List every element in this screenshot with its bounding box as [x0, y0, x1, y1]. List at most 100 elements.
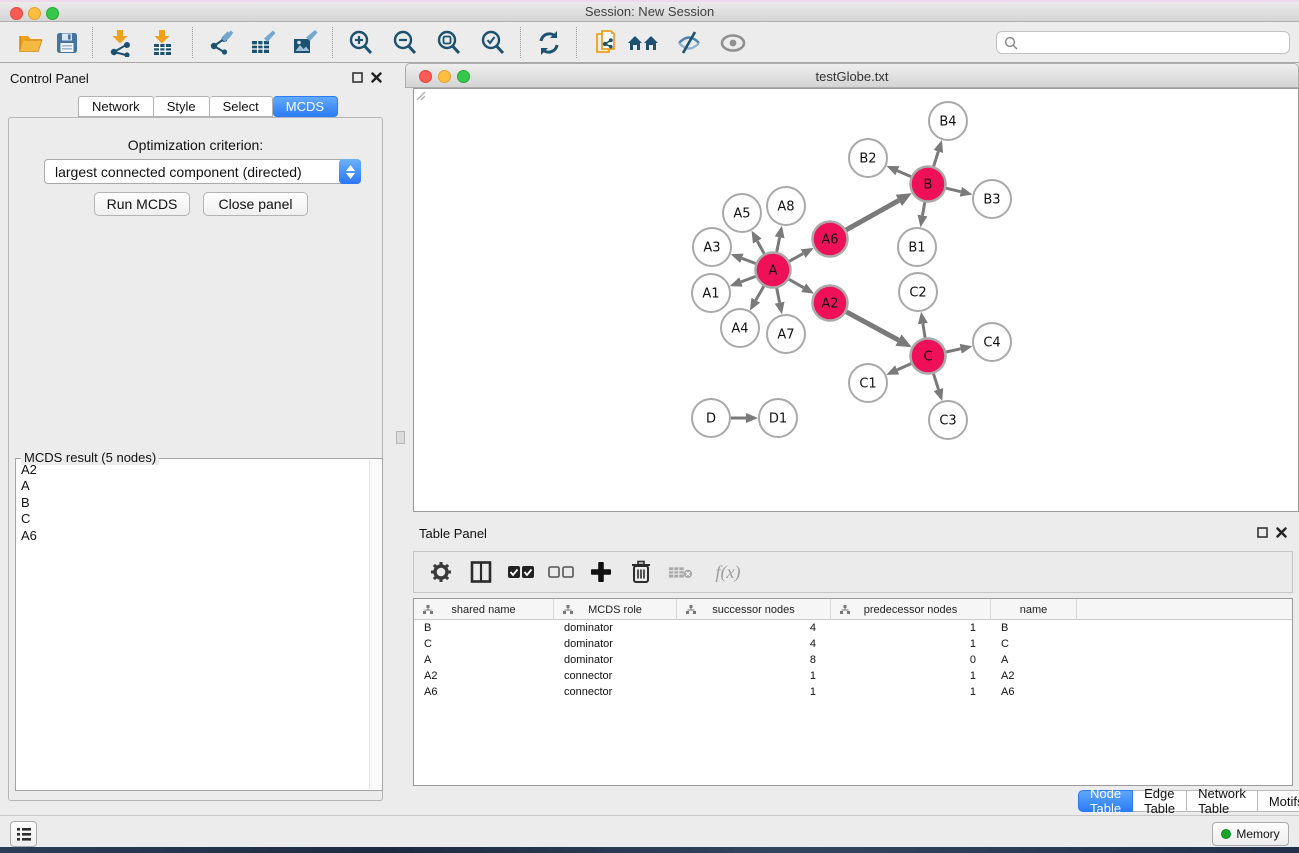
table-cell[interactable]: A2 [991, 668, 1077, 684]
table-cell[interactable]: 1 [831, 620, 991, 636]
export-table-icon[interactable] [246, 26, 280, 60]
graph-edge-C-C4[interactable] [946, 349, 961, 352]
search-box[interactable] [996, 31, 1290, 54]
table-cell[interactable]: C [414, 636, 554, 652]
tab-edge-table[interactable]: Edge Table [1133, 790, 1187, 812]
resize-grip-icon[interactable] [414, 89, 426, 101]
graph-node-A6[interactable]: A6 [813, 222, 848, 257]
graph-edge-A-A2[interactable] [789, 279, 804, 287]
network-canvas[interactable]: B4B2BB3A8A5A6A3B1AA1C2A2A4A7C4CC1C3DD1 [413, 88, 1299, 512]
mcds-result-item[interactable]: B [17, 495, 368, 511]
mcds-result-scrollbar[interactable] [369, 460, 381, 789]
graph-edge-C-C2[interactable] [923, 324, 925, 338]
graph-node-C4[interactable]: C4 [973, 323, 1011, 361]
table-row[interactable]: A2connector11A2 [414, 668, 1292, 684]
column-header-mcds-role[interactable]: MCDS role [554, 599, 677, 620]
tab-mcds[interactable]: MCDS [273, 96, 338, 117]
zoom-fit-icon[interactable] [432, 26, 466, 60]
graph-node-D[interactable]: D [692, 399, 730, 437]
vertical-splitter-handle[interactable] [396, 431, 405, 444]
graph-node-A4[interactable]: A4 [721, 309, 759, 347]
table-row[interactable]: A6connector11A6 [414, 684, 1292, 700]
table-cell[interactable]: A [991, 652, 1077, 668]
table-cell[interactable]: dominator [554, 636, 677, 652]
graph-edge-A-A1[interactable] [741, 276, 756, 282]
show-column-panel-icon[interactable] [468, 559, 494, 585]
table-cell[interactable]: C [991, 636, 1077, 652]
task-history-button[interactable] [10, 821, 37, 847]
tab-node-table[interactable]: Node Table [1078, 790, 1133, 812]
graph-node-A3[interactable]: A3 [693, 228, 731, 266]
save-session-icon[interactable] [50, 26, 84, 60]
table-cell[interactable]: 1 [677, 668, 831, 684]
criterion-dropdown[interactable]: largest connected component (directed) [44, 159, 361, 184]
graph-edge-B-B1[interactable] [923, 202, 925, 215]
mcds-result-item[interactable]: A [17, 478, 368, 494]
graph-edge-A-A8[interactable] [777, 237, 780, 252]
clone-network-icon[interactable] [590, 26, 624, 60]
tab-select[interactable]: Select [210, 96, 273, 117]
memory-button[interactable]: Memory [1212, 822, 1289, 846]
graph-edge-A-A5[interactable] [757, 241, 764, 254]
graph-edge-B-B3[interactable] [946, 188, 961, 192]
table-cell[interactable]: A6 [414, 684, 554, 700]
graph-node-A7[interactable]: A7 [767, 315, 805, 353]
close-panel-icon[interactable] [371, 72, 382, 83]
graph-node-B3[interactable]: B3 [973, 180, 1011, 218]
table-cell[interactable]: A6 [991, 684, 1077, 700]
search-input[interactable] [1019, 36, 1289, 50]
tab-network-table[interactable]: Network Table [1187, 790, 1258, 812]
import-table-icon[interactable] [146, 26, 180, 60]
zoom-out-icon[interactable] [388, 26, 422, 60]
graph-node-A5[interactable]: A5 [723, 194, 761, 232]
table-cell[interactable]: dominator [554, 652, 677, 668]
mcds-result-item[interactable]: C [17, 511, 368, 527]
graph-edge-B-B4[interactable] [934, 152, 939, 167]
graph-node-C[interactable]: C [911, 339, 946, 374]
table-row[interactable]: Bdominator41B [414, 620, 1292, 636]
close-table-panel-icon[interactable] [1276, 527, 1287, 538]
unselect-all-columns-icon[interactable] [548, 559, 574, 585]
table-cell[interactable]: 1 [831, 684, 991, 700]
graph-node-A8[interactable]: A8 [767, 187, 805, 225]
graph-edge-A2-C[interactable] [846, 312, 898, 340]
run-mcds-button[interactable]: Run MCDS [94, 192, 190, 216]
table-cell[interactable]: B [414, 620, 554, 636]
column-header-successor-nodes[interactable]: successor nodes [677, 599, 831, 620]
first-neighbors-icon[interactable] [626, 26, 660, 60]
table-cell[interactable]: A2 [414, 668, 554, 684]
graph-edge-C-C3[interactable] [934, 374, 939, 390]
open-session-icon[interactable] [14, 26, 48, 60]
graph-node-C1[interactable]: C1 [849, 364, 887, 402]
column-header-name[interactable]: name [991, 599, 1077, 620]
graph-node-C2[interactable]: C2 [899, 273, 937, 311]
zoom-selected-icon[interactable] [476, 26, 510, 60]
export-image-icon[interactable] [288, 26, 322, 60]
column-header-predecessor-nodes[interactable]: predecessor nodes [831, 599, 991, 620]
table-row[interactable]: Adominator80A [414, 652, 1292, 668]
graph-node-C3[interactable]: C3 [929, 401, 967, 439]
graph-node-A2[interactable]: A2 [813, 286, 848, 321]
mcds-result-item[interactable]: A6 [17, 528, 368, 544]
create-column-icon[interactable] [588, 559, 614, 585]
graph-edge-A6-B[interactable] [846, 200, 899, 230]
graph-edge-A-A3[interactable] [742, 258, 756, 263]
table-cell[interactable]: A [414, 652, 554, 668]
float-panel-icon[interactable] [352, 72, 363, 83]
table-cell[interactable]: 4 [677, 636, 831, 652]
graph-edge-A-A4[interactable] [756, 286, 764, 300]
graph-node-B4[interactable]: B4 [929, 102, 967, 140]
graph-node-D1[interactable]: D1 [759, 399, 797, 437]
table-cell[interactable]: 4 [677, 620, 831, 636]
table-row[interactable]: Cdominator41C [414, 636, 1292, 652]
table-cell[interactable]: 1 [831, 636, 991, 652]
show-all-icon[interactable] [716, 26, 750, 60]
table-cell[interactable]: 1 [677, 684, 831, 700]
graph-edge-A-A6[interactable] [789, 254, 803, 262]
graph-node-B2[interactable]: B2 [849, 139, 887, 177]
close-panel-button[interactable]: Close panel [203, 192, 308, 216]
table-cell[interactable]: B [991, 620, 1077, 636]
hide-selected-icon[interactable] [672, 26, 706, 60]
tab-style[interactable]: Style [154, 96, 210, 117]
table-cell[interactable]: 0 [831, 652, 991, 668]
